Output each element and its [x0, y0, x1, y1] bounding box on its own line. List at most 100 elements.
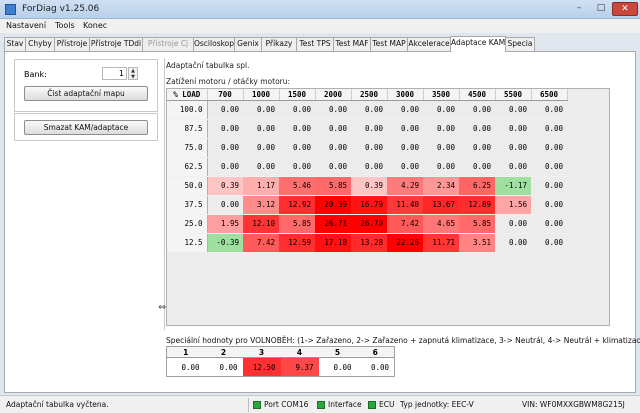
adaptation-cell[interactable]: 0.00 — [423, 119, 459, 139]
adaptation-cell[interactable]: 5.46 — [279, 176, 315, 196]
adaptation-cell[interactable]: -0.39 — [207, 233, 243, 253]
bank-input[interactable]: 1 — [102, 67, 127, 80]
adaptation-cell[interactable]: 0.00 — [315, 138, 351, 158]
tab-p-kazy[interactable]: Příkazy — [261, 37, 297, 51]
adaptation-cell[interactable]: 0.00 — [279, 157, 315, 177]
bank-stepper[interactable]: ▲ ▼ — [128, 67, 138, 80]
tab-genix[interactable]: Genix — [234, 37, 262, 51]
adaptation-cell[interactable]: 0.00 — [207, 195, 243, 215]
close-button[interactable]: ✕ — [612, 2, 638, 16]
adaptation-cell[interactable]: 5.85 — [279, 214, 315, 234]
special-cell[interactable]: 0.00 — [166, 357, 205, 377]
adaptation-cell[interactable]: 0.00 — [531, 233, 567, 253]
tab-test-tps[interactable]: Test TPS — [296, 37, 334, 51]
adaptation-cell[interactable]: 0.00 — [531, 138, 567, 158]
adaptation-cell[interactable]: 0.00 — [315, 119, 351, 139]
adaptation-cell[interactable]: 3.12 — [243, 195, 279, 215]
menu-tools[interactable]: Tools — [55, 21, 75, 30]
adaptation-cell[interactable]: 4.29 — [387, 176, 423, 196]
read-map-button[interactable]: Čist adaptační mapu — [24, 86, 148, 101]
adaptation-cell[interactable]: 0.00 — [243, 100, 279, 120]
adaptation-cell[interactable]: 0.00 — [243, 157, 279, 177]
adaptation-cell[interactable]: 0.00 — [315, 157, 351, 177]
adaptation-cell[interactable]: 0.00 — [315, 100, 351, 120]
adaptation-cell[interactable]: 13.67 — [423, 195, 459, 215]
tab-chyby[interactable]: Chyby — [25, 37, 55, 51]
adaptation-cell[interactable]: 4.65 — [423, 214, 459, 234]
splitter[interactable] — [164, 58, 165, 330]
adaptation-cell[interactable]: 26.70 — [351, 214, 387, 234]
tab-p-stroje-tddi[interactable]: Přístroje TDdi — [89, 37, 143, 51]
adaptation-cell[interactable]: 0.00 — [459, 157, 495, 177]
adaptation-cell[interactable]: 0.00 — [243, 119, 279, 139]
adaptation-cell[interactable]: 7.42 — [243, 233, 279, 253]
adaptation-cell[interactable]: 0.00 — [351, 157, 387, 177]
adaptation-cell[interactable]: 0.39 — [351, 176, 387, 196]
adaptation-cell[interactable]: 12.92 — [279, 195, 315, 215]
adaptation-cell[interactable]: 11.40 — [387, 195, 423, 215]
adaptation-cell[interactable]: 22.26 — [387, 233, 423, 253]
adaptation-cell[interactable]: 0.00 — [423, 100, 459, 120]
tab-adaptace-kam[interactable]: Adaptace KAM — [450, 36, 506, 52]
adaptation-cell[interactable]: 0.00 — [351, 138, 387, 158]
menu-nastaveni[interactable]: Nastavení — [6, 21, 46, 30]
adaptation-cell[interactable]: 0.00 — [279, 100, 315, 120]
clear-kam-button[interactable]: Smazat KAM/adaptace — [24, 120, 148, 135]
adaptation-cell[interactable]: 3.51 — [459, 233, 495, 253]
tab-test-map[interactable]: Test MAP — [370, 37, 408, 51]
adaptation-cell[interactable]: 0.00 — [423, 157, 459, 177]
adaptation-cell[interactable]: 16.79 — [351, 195, 387, 215]
adaptation-cell[interactable]: 0.00 — [495, 157, 531, 177]
adaptation-cell[interactable]: 0.00 — [351, 119, 387, 139]
tab-stav[interactable]: Stav — [4, 37, 26, 51]
adaptation-cell[interactable]: 0.00 — [387, 157, 423, 177]
adaptation-cell[interactable]: 0.00 — [531, 176, 567, 196]
adaptation-cell[interactable]: 0.00 — [387, 138, 423, 158]
adaptation-cell[interactable]: 0.39 — [207, 176, 243, 196]
adaptation-cell[interactable]: 1.17 — [243, 176, 279, 196]
adaptation-cell[interactable]: 0.00 — [495, 138, 531, 158]
tab-p-stroje[interactable]: Přístroje — [54, 37, 90, 51]
tab-osciloskop[interactable]: Osciloskop — [193, 37, 235, 51]
adaptation-cell[interactable]: 0.00 — [207, 119, 243, 139]
adaptation-cell[interactable]: 20.39 — [315, 195, 351, 215]
adaptation-table[interactable]: % LOAD 700 1000 1500 2000 2500 3000 3500 4500 550… — [167, 89, 568, 253]
tab-test-maf[interactable]: Test MAF — [333, 37, 371, 51]
adaptation-cell[interactable]: 0.00 — [531, 119, 567, 139]
adaptation-cell[interactable]: 12.59 — [279, 233, 315, 253]
adaptation-cell[interactable]: 0.00 — [351, 100, 387, 120]
maximize-button[interactable]: □ — [590, 2, 612, 16]
adaptation-cell[interactable]: 12.89 — [459, 195, 495, 215]
adaptation-cell[interactable]: 0.00 — [531, 195, 567, 215]
adaptation-cell[interactable]: 7.42 — [387, 214, 423, 234]
adaptation-cell[interactable]: 0.00 — [387, 100, 423, 120]
adaptation-cell[interactable]: 6.25 — [459, 176, 495, 196]
adaptation-cell[interactable]: 17.18 — [315, 233, 351, 253]
adaptation-cell[interactable]: 1.56 — [495, 195, 531, 215]
adaptation-cell[interactable]: 13.28 — [351, 233, 387, 253]
adaptation-cell[interactable]: 0.00 — [459, 119, 495, 139]
adaptation-cell[interactable]: 2.34 — [423, 176, 459, 196]
adaptation-cell[interactable]: 12.10 — [243, 214, 279, 234]
menu-konec[interactable]: Konec — [83, 21, 107, 30]
special-cell[interactable]: 0.00 — [318, 357, 357, 377]
adaptation-cell[interactable]: 0.00 — [495, 100, 531, 120]
adaptation-cell[interactable]: 5.85 — [459, 214, 495, 234]
adaptation-cell[interactable]: 0.00 — [459, 138, 495, 158]
adaptation-cell[interactable]: 26.71 — [315, 214, 351, 234]
special-cell[interactable]: 0.00 — [356, 357, 395, 377]
special-table[interactable]: 1 2 3 4 5 6 0.00 0.00 12.50 9.37 0.00 0.00 — [166, 346, 395, 377]
adaptation-cell[interactable]: 0.00 — [279, 119, 315, 139]
adaptation-cell[interactable]: 5.85 — [315, 176, 351, 196]
adaptation-cell[interactable]: 0.00 — [495, 233, 531, 253]
adaptation-cell[interactable]: 0.00 — [495, 119, 531, 139]
special-cell[interactable]: 12.50 — [242, 357, 281, 377]
special-cell[interactable]: 9.37 — [280, 357, 319, 377]
adaptation-cell[interactable]: 0.00 — [495, 214, 531, 234]
adaptation-cell[interactable]: 0.00 — [207, 157, 243, 177]
adaptation-cell[interactable]: -1.17 — [495, 176, 531, 196]
spin-down-icon[interactable]: ▼ — [129, 74, 137, 80]
adaptation-cell[interactable]: 0.00 — [531, 157, 567, 177]
tab-specia[interactable]: Specia — [505, 37, 535, 51]
adaptation-cell[interactable]: 11.71 — [423, 233, 459, 253]
